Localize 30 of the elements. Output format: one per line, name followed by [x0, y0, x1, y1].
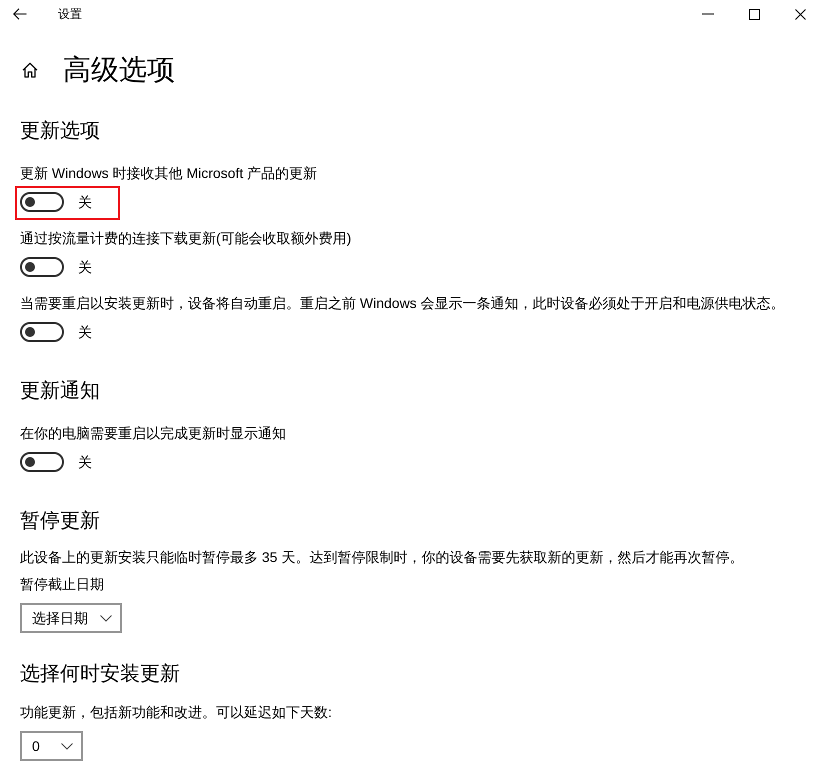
arrow-left-icon	[12, 8, 26, 20]
section-heading: 选择何时安装更新	[20, 662, 181, 687]
field-label: 暂停截止日期	[20, 575, 105, 594]
window-title: 设置	[58, 6, 82, 22]
toggle-state-text: 关	[78, 323, 92, 342]
setting-label: 更新 Windows 时接收其他 Microsoft 产品的更新	[20, 164, 318, 183]
chevron-down-icon	[61, 742, 73, 750]
chevron-down-icon	[100, 614, 112, 622]
close-icon	[795, 8, 806, 20]
toggle-state-text: 关	[78, 193, 92, 212]
toggle-state-text: 关	[78, 453, 92, 472]
setting-label: 当需要重启以安装更新时，设备将自动重启。重启之前 Windows 会显示一条通知，此时设备必须处于开启和电源供电状态。	[20, 294, 786, 313]
section-heading: 更新通知	[20, 379, 101, 404]
description-text: 此设备上的更新安装只能临时暂停最多 35 天。达到暂停限制时，你的设备需要先获取新的更新，然后才能再次暂停。	[20, 548, 744, 567]
section-heading: 暂停更新	[20, 509, 101, 534]
page-title: 高级选项	[63, 53, 175, 87]
toggle-switch[interactable]	[20, 452, 64, 472]
setting-label: 通过按流量计费的连接下载更新(可能会收取额外费用)	[20, 229, 352, 248]
toggle-state-text: 关	[78, 258, 92, 277]
home-icon	[22, 62, 38, 78]
minimize-icon	[702, 13, 714, 15]
section-heading: 更新选项	[20, 119, 101, 144]
dropdown[interactable]: 0	[20, 731, 83, 761]
setting-label: 在你的电脑需要重启以完成更新时显示通知	[20, 424, 287, 443]
toggle-switch[interactable]	[20, 192, 64, 212]
maximize-icon	[748, 8, 760, 20]
dropdown[interactable]: 选择日期	[20, 603, 122, 633]
toggle-switch[interactable]	[20, 322, 64, 342]
field-label: 功能更新，包括新功能和改进。可以延迟如下天数:	[20, 703, 333, 722]
toggle-switch[interactable]	[20, 257, 64, 277]
